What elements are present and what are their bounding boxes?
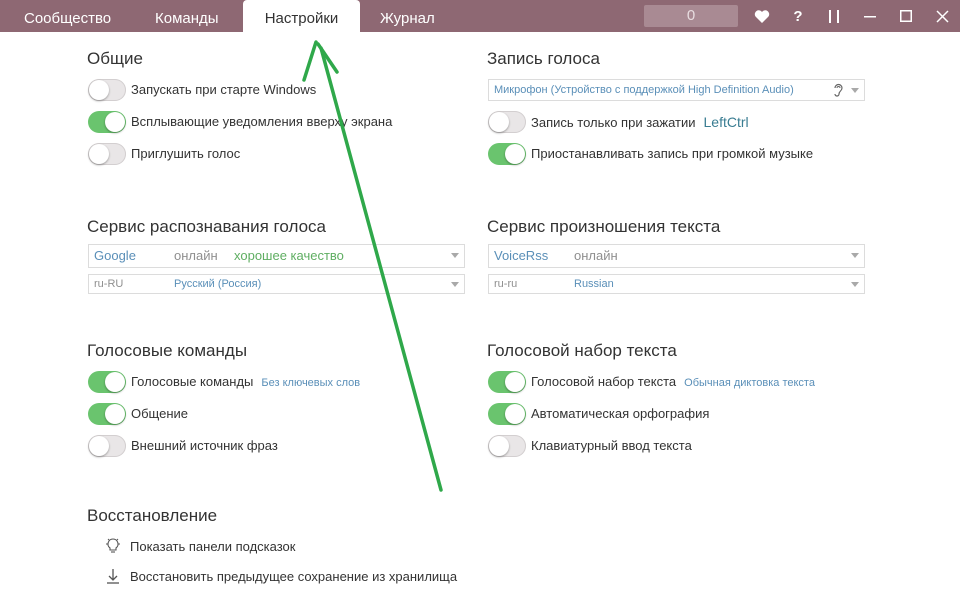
tab-community[interactable]: Сообщество xyxy=(24,0,111,32)
label-external-phrases: Внешний источник фраз xyxy=(131,438,278,453)
toggle-auto-spelling[interactable] xyxy=(488,403,526,425)
label-dictation: Голосовой набор текста Обычная диктовка т… xyxy=(531,374,815,389)
voice-commands-text: Голосовые команды xyxy=(131,374,254,389)
toggle-hold-to-record[interactable] xyxy=(488,111,526,133)
label-notifications: Всплывающие уведомления вверху экрана xyxy=(131,114,393,129)
minimize-icon[interactable] xyxy=(858,4,882,28)
tab-settings[interactable]: Настройки xyxy=(243,0,360,32)
hold-to-record-text: Запись только при зажатии xyxy=(531,115,696,130)
tts-service-value: VoiceRss xyxy=(494,248,549,263)
dictation-text: Голосовой набор текста xyxy=(531,374,677,389)
label-keyboard-input: Клавиатурный ввод текста xyxy=(531,438,692,453)
section-voice-commands-title: Голосовые команды xyxy=(87,341,248,360)
recognition-status: онлайн xyxy=(174,248,218,263)
lightbulb-icon xyxy=(102,535,124,557)
label-mute-voice: Приглушить голос xyxy=(131,146,241,161)
tts-service-select[interactable]: VoiceRss онлайн xyxy=(488,244,865,268)
toggle-communication[interactable] xyxy=(88,403,126,425)
section-voice-record-title: Запись голоса xyxy=(487,49,600,68)
counter-field[interactable]: 0 xyxy=(644,5,738,27)
chevron-down-icon xyxy=(851,88,859,93)
chevron-down-icon xyxy=(451,253,459,258)
chevron-down-icon xyxy=(851,253,859,258)
show-hints-label: Показать панели подсказок xyxy=(130,538,296,554)
hold-key-link[interactable]: LeftCtrl xyxy=(704,114,749,130)
section-general-title: Общие xyxy=(87,49,143,68)
toggle-pause-on-music[interactable] xyxy=(488,143,526,165)
toggle-keyboard-input[interactable] xyxy=(488,435,526,457)
close-icon[interactable] xyxy=(930,4,954,28)
tab-commands[interactable]: Команды xyxy=(155,0,219,32)
toggle-notifications[interactable] xyxy=(88,111,126,133)
toggle-external-phrases[interactable] xyxy=(88,435,126,457)
tts-lang-code: ru-ru xyxy=(494,278,518,290)
recognition-language-select[interactable]: ru-RU Русский (Россия) xyxy=(88,274,465,294)
label-auto-spelling: Автоматическая орфография xyxy=(531,406,710,421)
tts-lang-name: Russian xyxy=(574,278,614,290)
maximize-icon[interactable] xyxy=(894,4,918,28)
section-recognition-title: Сервис распознавания голоса xyxy=(87,217,326,236)
chevron-down-icon xyxy=(851,282,859,287)
recognition-lang-name: Русский (Россия) xyxy=(174,278,262,290)
heart-icon[interactable] xyxy=(750,4,774,28)
recognition-service-value: Google xyxy=(94,248,136,263)
toggle-mute-voice[interactable] xyxy=(88,143,126,165)
toggle-autostart[interactable] xyxy=(88,79,126,101)
restore-backup-label: Восстановить предыдущее сохранение из хр… xyxy=(130,568,458,584)
section-tts-title: Сервис произношения текста xyxy=(487,217,721,236)
download-icon xyxy=(102,565,124,587)
label-voice-commands: Голосовые команды Без ключевых слов xyxy=(131,374,360,389)
toggle-dictation[interactable] xyxy=(488,371,526,393)
keywords-link[interactable]: Без ключевых слов xyxy=(261,377,360,389)
tts-language-select[interactable]: ru-ru Russian xyxy=(488,274,865,294)
help-icon[interactable]: ? xyxy=(786,4,810,28)
tab-journal[interactable]: Журнал xyxy=(380,0,435,32)
recognition-service-select[interactable]: Google онлайн хорошее качество xyxy=(88,244,465,268)
section-restore-title: Восстановление xyxy=(87,506,218,525)
pause-icon[interactable] xyxy=(822,4,846,28)
show-hints-button[interactable]: Показать панели подсказок xyxy=(102,533,295,559)
toggle-voice-commands[interactable] xyxy=(88,371,126,393)
recognition-quality: хорошее качество xyxy=(234,248,344,263)
recognition-lang-code: ru-RU xyxy=(94,278,124,290)
microphone-value: Микрофон (Устройство с поддержкой High D… xyxy=(494,84,794,96)
label-pause-on-music: Приостанавливать запись при громкой музы… xyxy=(531,146,814,161)
microphone-select[interactable]: Микрофон (Устройство с поддержкой High D… xyxy=(488,79,865,101)
chevron-down-icon xyxy=(451,282,459,287)
label-autostart: Запускать при старте Windows xyxy=(131,82,317,97)
restore-backup-button[interactable]: Восстановить предыдущее сохранение из хр… xyxy=(102,563,457,589)
title-bar: Сообщество Команды Настройки Журнал 0 ? xyxy=(0,0,960,32)
dictation-mode-link[interactable]: Обычная диктовка текста xyxy=(684,377,815,389)
label-hold-to-record: Запись только при зажатии LeftCtrl xyxy=(531,114,749,130)
ear-icon xyxy=(832,82,844,103)
section-dictation-title: Голосовой набор текста xyxy=(487,341,677,360)
label-communication: Общение xyxy=(131,406,189,421)
tts-status: онлайн xyxy=(574,248,618,263)
